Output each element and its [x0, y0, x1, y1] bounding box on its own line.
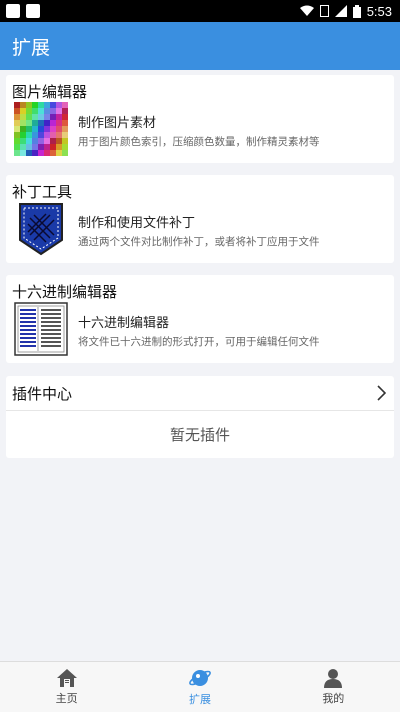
sim-icon [319, 5, 329, 17]
item-title: 十六进制编辑器 [78, 316, 170, 331]
plugin-center-card: 插件中心 暂无插件 [6, 376, 394, 458]
bottom-nav: 主页 扩展 我的 [0, 661, 400, 712]
nav-mine[interactable]: 我的 [267, 662, 400, 712]
planet-icon [189, 670, 211, 686]
plugin-center-title: 插件中心 [12, 384, 73, 403]
palette-icon [14, 102, 68, 156]
empty-plugins-text: 暂无插件 [169, 425, 230, 444]
battery-icon [352, 4, 361, 18]
hex-editor-card[interactable]: 十六进制编辑器 十六进制编辑器 将文件已十六进制的形式打开，可用于编辑任何文件 [6, 275, 394, 363]
image-editor-card[interactable]: 图片编辑器 制作图片素材 用于图片颜色索引，压缩颜色数量，制作精灵素材等 [6, 75, 394, 163]
status-bar: 5:53 [0, 0, 400, 22]
chevron-right-icon[interactable] [376, 385, 386, 401]
item-title: 制作和使用文件补丁 [78, 216, 196, 231]
signal-icon [334, 5, 347, 17]
patch-icon [19, 203, 63, 256]
section-title: 图片编辑器 [12, 83, 88, 101]
item-desc: 通过两个文件对比制作补丁，或者将补丁应用于文件 [78, 236, 320, 248]
hex-editor-icon [14, 302, 68, 356]
patch-tool-card[interactable]: 补丁工具 制作和使用文件补丁 通过两个文件对比制作补丁，或者将补丁应用于文件 [6, 175, 394, 263]
wifi-icon [299, 5, 314, 16]
app-bar: 扩展 [0, 22, 400, 70]
notification-icon [6, 4, 20, 18]
item-desc: 将文件已十六进制的形式打开，可用于编辑任何文件 [78, 336, 320, 348]
item-desc: 用于图片颜色索引，压缩颜色数量，制作精灵素材等 [78, 136, 320, 148]
notification-icon [26, 4, 40, 18]
section-title: 补丁工具 [12, 183, 73, 201]
plugin-center-header[interactable]: 插件中心 [6, 376, 394, 411]
user-icon [324, 669, 343, 688]
nav-extend[interactable]: 扩展 [133, 662, 266, 712]
item-title: 制作图片素材 [78, 116, 157, 131]
nav-extend-label: 扩展 [188, 693, 211, 706]
section-title: 十六进制编辑器 [12, 283, 118, 301]
status-time: 5:53 [366, 3, 392, 19]
nav-mine-label: 我的 [322, 692, 345, 705]
home-icon [56, 669, 77, 687]
nav-home-label: 主页 [55, 692, 78, 705]
page-title: 扩展 [12, 36, 51, 59]
nav-home[interactable]: 主页 [0, 662, 133, 712]
